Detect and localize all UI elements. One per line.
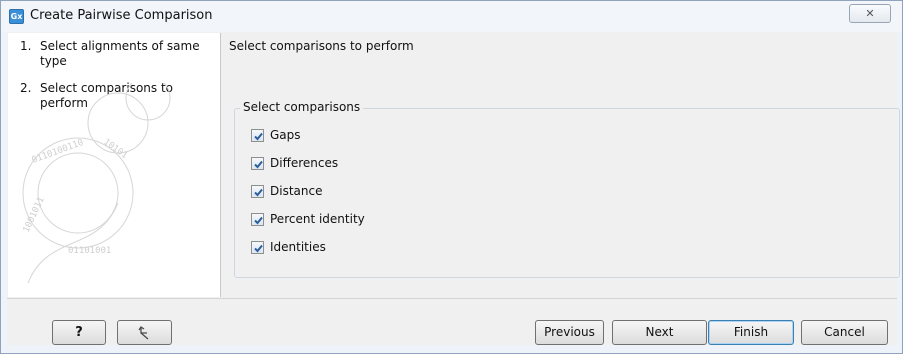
app-logo-icon: Gx — [9, 9, 24, 24]
option-label: Distance — [270, 184, 323, 198]
previous-button[interactable]: Previous — [535, 320, 604, 345]
step-label: Select alignments of same type — [40, 39, 200, 68]
title-bar: Gx Create Pairwise Comparison ✕ — [1, 1, 902, 32]
checkmark-icon — [254, 216, 263, 225]
svg-text:1001011: 1001011 — [22, 196, 47, 235]
gaps-checkbox[interactable] — [251, 129, 264, 142]
option-label: Identities — [270, 240, 326, 254]
close-button[interactable]: ✕ — [849, 4, 891, 23]
checkmark-icon — [254, 132, 263, 141]
next-button[interactable]: Next — [612, 320, 707, 345]
differences-checkbox[interactable] — [251, 157, 264, 170]
percent-identity-checkbox[interactable] — [251, 213, 264, 226]
identities-checkbox[interactable] — [251, 241, 264, 254]
option-label: Percent identity — [270, 212, 365, 226]
dialog-window: Gx Create Pairwise Comparison ✕ 1. Selec… — [0, 0, 903, 354]
distance-checkbox[interactable] — [251, 185, 264, 198]
checkmark-icon — [254, 160, 263, 169]
comparisons-group: Select comparisons Gaps Differences Dist… — [234, 100, 900, 278]
help-button[interactable]: ? — [52, 320, 106, 345]
option-label: Differences — [270, 156, 339, 170]
reset-arrow-icon — [137, 326, 148, 340]
svg-text:01101001: 01101001 — [68, 246, 111, 256]
option-label: Gaps — [270, 128, 301, 142]
svg-text:10101: 10101 — [101, 137, 129, 161]
window-title: Create Pairwise Comparison — [30, 8, 213, 23]
panel-heading: Select comparisons to perform — [229, 39, 414, 53]
checkmark-icon — [254, 188, 263, 197]
group-title: Select comparisons — [240, 100, 364, 114]
dialog-client: 1. Select alignments of same type 2. Sel… — [7, 32, 900, 345]
step-item: 1. Select alignments of same type — [20, 39, 215, 69]
button-bar: ? Previous Next Finish Cancel — [7, 298, 897, 345]
checkmark-icon — [254, 244, 263, 253]
step-number: 1. — [20, 39, 32, 53]
steps-panel: 1. Select alignments of same type 2. Sel… — [8, 33, 221, 297]
main-panel: Select comparisons to perform Select com… — [222, 33, 900, 297]
finish-button[interactable]: Finish — [708, 320, 794, 345]
binary-spiral-watermark: 0110100110 1001011 01101001 10101 — [22, 83, 171, 284]
reset-button[interactable] — [117, 320, 172, 345]
cancel-button[interactable]: Cancel — [801, 320, 888, 345]
